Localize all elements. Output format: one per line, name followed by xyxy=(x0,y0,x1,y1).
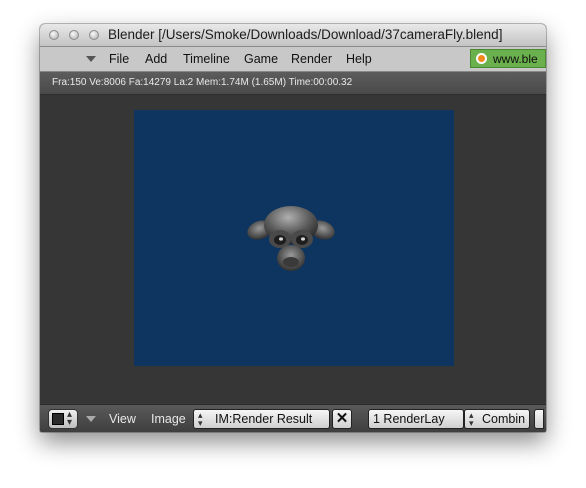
image-browse-field[interactable]: ▴ ▾ IM:Render Result xyxy=(193,409,330,429)
header-collapse-triangle-icon[interactable] xyxy=(86,416,96,422)
window-title: Blender [/Users/Smoke/Downloads/Download… xyxy=(108,27,503,42)
up-down-arrows-icon: ▴ ▾ xyxy=(198,410,203,428)
suzanne-monkey-head-icon xyxy=(247,206,335,271)
minimize-window-button[interactable] xyxy=(69,30,79,40)
image-editor-icon xyxy=(52,413,64,425)
unlink-image-button[interactable]: ✕ xyxy=(332,409,352,429)
render-pass-value: Combin xyxy=(482,412,526,426)
image-editor-header: ▴ ▾ View Image ▴ ▾ IM:Render Result ✕ 1 Re… xyxy=(40,404,546,432)
blender-window: Blender [/Users/Smoke/Downloads/Download… xyxy=(40,24,546,432)
main-menu-bar: File Add Timeline Game Render Help www.b… xyxy=(40,47,546,72)
render-layer-value: 1 RenderLay xyxy=(373,412,445,426)
menu-collapse-triangle-icon[interactable] xyxy=(86,56,96,62)
close-window-button[interactable] xyxy=(49,30,59,40)
blender-logo-icon xyxy=(476,53,487,64)
menu-render[interactable]: Render xyxy=(291,52,332,66)
menu-timeline[interactable]: Timeline xyxy=(183,52,230,66)
url-label: www.ble xyxy=(493,52,538,66)
render-pass-selector[interactable]: ▴ ▾ Combin xyxy=(464,409,530,429)
up-down-arrows-icon: ▴ ▾ xyxy=(67,409,73,428)
render-stats: Fra:150 Ve:8006 Fa:14279 La:2 Mem:1.74M … xyxy=(52,77,353,88)
menu-add[interactable]: Add xyxy=(145,52,167,66)
render-info-header: Fra:150 Ve:8006 Fa:14279 La:2 Mem:1.74M … xyxy=(40,72,546,95)
header-scroll-button[interactable] xyxy=(534,409,544,429)
blender-website-link[interactable]: www.ble xyxy=(470,49,546,68)
render-result-image xyxy=(134,110,454,366)
zoom-window-button[interactable] xyxy=(89,30,99,40)
menu-file[interactable]: File xyxy=(109,52,129,66)
title-bar[interactable]: Blender [/Users/Smoke/Downloads/Download… xyxy=(40,24,546,47)
image-name: IM:Render Result xyxy=(215,412,313,426)
render-layer-selector[interactable]: 1 RenderLay xyxy=(368,409,464,429)
image-viewport[interactable] xyxy=(40,95,546,403)
menu-image[interactable]: Image xyxy=(151,412,186,426)
menu-game[interactable]: Game xyxy=(244,52,278,66)
menu-help[interactable]: Help xyxy=(346,52,372,66)
editor-type-selector[interactable]: ▴ ▾ xyxy=(48,409,78,429)
up-down-arrows-icon: ▴ ▾ xyxy=(469,410,474,428)
menu-view[interactable]: View xyxy=(109,412,136,426)
